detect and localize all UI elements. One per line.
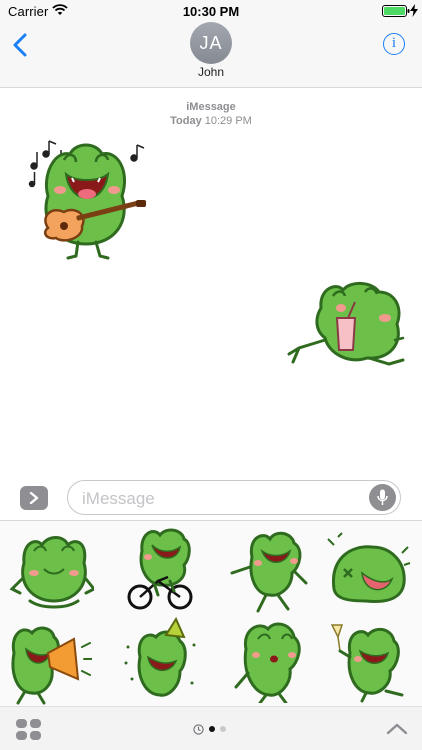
page-indicator[interactable]	[193, 723, 226, 735]
frog-cycling-sticker[interactable]	[118, 525, 206, 611]
message-input[interactable]: iMessage	[67, 480, 401, 515]
microphone-button[interactable]	[369, 484, 396, 511]
frog-meditating-sticker[interactable]	[6, 529, 94, 615]
battery-full-icon	[382, 5, 410, 17]
page-dot-active	[209, 726, 215, 732]
chevron-right-icon	[29, 492, 39, 504]
message-input-placeholder: iMessage	[82, 489, 155, 508]
apps-toggle-button[interactable]	[20, 486, 48, 510]
page-dot	[220, 726, 226, 732]
info-button[interactable]: i	[383, 33, 405, 55]
status-time: 10:30 PM	[182, 4, 240, 19]
frog-dizzy-sticker[interactable]	[324, 529, 412, 615]
conversation-header: JA John i	[0, 22, 422, 88]
chevron-left-icon[interactable]	[10, 32, 30, 58]
frog-dancing-sticker[interactable]	[226, 527, 314, 613]
frog-singing-guitar-sticker[interactable]	[18, 136, 153, 261]
contact-name[interactable]: John	[0, 65, 422, 79]
status-bar: Carrier 10:30 PM	[0, 0, 422, 22]
frog-whistling-sticker[interactable]	[226, 617, 314, 703]
avatar[interactable]: JA	[190, 22, 232, 64]
frog-party-hat-sticker[interactable]	[118, 617, 206, 703]
clock-icon	[193, 723, 204, 735]
frog-megaphone-sticker[interactable]	[4, 619, 92, 705]
bolt-icon	[410, 4, 418, 17]
frog-lounging-drink-sticker[interactable]	[285, 278, 407, 373]
sticker-drawer	[0, 520, 422, 706]
app-drawer-bar	[0, 706, 422, 750]
microphone-icon	[377, 489, 388, 505]
timestamp-time: 10:29 PM	[204, 115, 252, 127]
app-grid-icon[interactable]	[16, 719, 42, 741]
message-timestamp: Today 10:29 PM	[0, 115, 422, 127]
service-label: iMessage	[186, 101, 236, 113]
frog-champagne-sticker[interactable]	[326, 617, 414, 703]
chevron-up-icon[interactable]	[386, 721, 408, 737]
timestamp-date: Today	[170, 115, 202, 127]
